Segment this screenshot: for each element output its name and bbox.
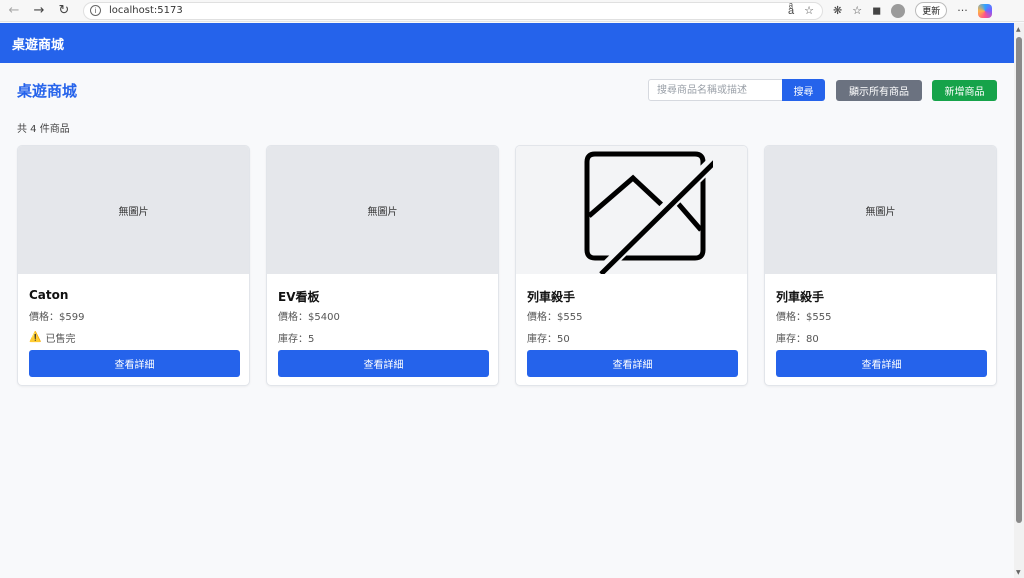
site-info-icon[interactable]: i	[90, 5, 101, 16]
profile-avatar[interactable]	[891, 3, 906, 18]
stock-count: 庫存：5	[278, 334, 315, 345]
copilot-icon[interactable]	[977, 3, 992, 18]
app-header: 桌遊商城	[0, 23, 1014, 63]
scrollbar-thumb[interactable]	[1016, 37, 1022, 523]
address-bar[interactable]: i localhost:5173 aͣ ☆	[83, 1, 823, 20]
product-card: 無圖片 EV看板 價格：$5400 庫存：5 查看詳細	[266, 145, 499, 386]
stock-status: ⚠️ 已售完	[29, 330, 75, 345]
search-button[interactable]: 搜尋	[782, 79, 825, 101]
browser-toolbar: ← → ↻ i localhost:5173 aͣ ☆ ❋ ☆ ◼ 更新 ···	[0, 0, 1024, 22]
sold-out-text: 已售完	[45, 334, 76, 345]
view-detail-button[interactable]: 查看詳細	[29, 350, 240, 377]
no-image-text: 無圖片	[367, 206, 398, 218]
product-name: 列車殺手	[776, 290, 825, 304]
product-price: 價格：$555	[776, 312, 832, 323]
edge-collections-icon[interactable]: ◼	[872, 4, 881, 17]
product-name: EV看板	[278, 290, 320, 304]
forward-icon[interactable]: →	[28, 0, 50, 22]
scroll-up-icon[interactable]: ▲	[1016, 26, 1021, 33]
more-menu-icon[interactable]: ···	[957, 4, 968, 17]
product-card: 無圖片 Caton 價格：$599 ⚠️ 已售完 查看詳細	[17, 145, 250, 386]
view-detail-button[interactable]: 查看詳細	[776, 350, 987, 377]
product-card: 列車殺手 價格：$555 庫存：50 查看詳細	[515, 145, 748, 386]
favorite-star-icon[interactable]: ☆	[804, 4, 814, 17]
url-text: localhost:5173	[109, 5, 183, 16]
no-image-text: 無圖片	[118, 206, 149, 218]
product-image	[516, 146, 747, 274]
product-count: 共 4 件商品	[17, 124, 70, 135]
view-detail-button[interactable]: 查看詳細	[527, 350, 738, 377]
scroll-down-icon[interactable]: ▼	[1016, 569, 1021, 576]
brand-logo[interactable]: 桌遊商城	[12, 34, 64, 53]
warning-icon: ⚠️	[29, 332, 42, 343]
show-all-button[interactable]: 顯示所有商品	[836, 80, 922, 101]
update-button[interactable]: 更新	[915, 2, 948, 19]
reload-icon[interactable]: ↻	[53, 0, 75, 22]
no-image-text: 無圖片	[865, 206, 896, 218]
product-image-placeholder: 無圖片	[18, 146, 249, 274]
product-image-placeholder: 無圖片	[267, 146, 498, 274]
extensions-icon[interactable]: ❋	[833, 4, 842, 17]
view-detail-button[interactable]: 查看詳細	[278, 350, 489, 377]
search-input[interactable]	[648, 79, 783, 101]
favorites-icon[interactable]: ☆	[852, 4, 862, 17]
product-price: 價格：$599	[29, 312, 85, 323]
scrollbar[interactable]: ▲ ▼	[1014, 23, 1024, 578]
product-price: 價格：$555	[527, 312, 583, 323]
product-name: 列車殺手	[527, 290, 576, 304]
add-product-button[interactable]: 新增商品	[932, 80, 997, 101]
back-icon[interactable]: ←	[3, 0, 25, 22]
page-title: 桌遊商城	[17, 82, 78, 100]
product-price: 價格：$5400	[278, 312, 340, 323]
product-image-placeholder: 無圖片	[765, 146, 996, 274]
broken-image-icon	[584, 151, 713, 274]
product-name: Caton	[29, 288, 69, 302]
product-card: 無圖片 列車殺手 價格：$555 庫存：80 查看詳細	[764, 145, 997, 386]
stock-count: 庫存：80	[776, 334, 819, 345]
read-aloud-icon[interactable]: aͣ	[788, 4, 794, 17]
stock-count: 庫存：50	[527, 334, 570, 345]
